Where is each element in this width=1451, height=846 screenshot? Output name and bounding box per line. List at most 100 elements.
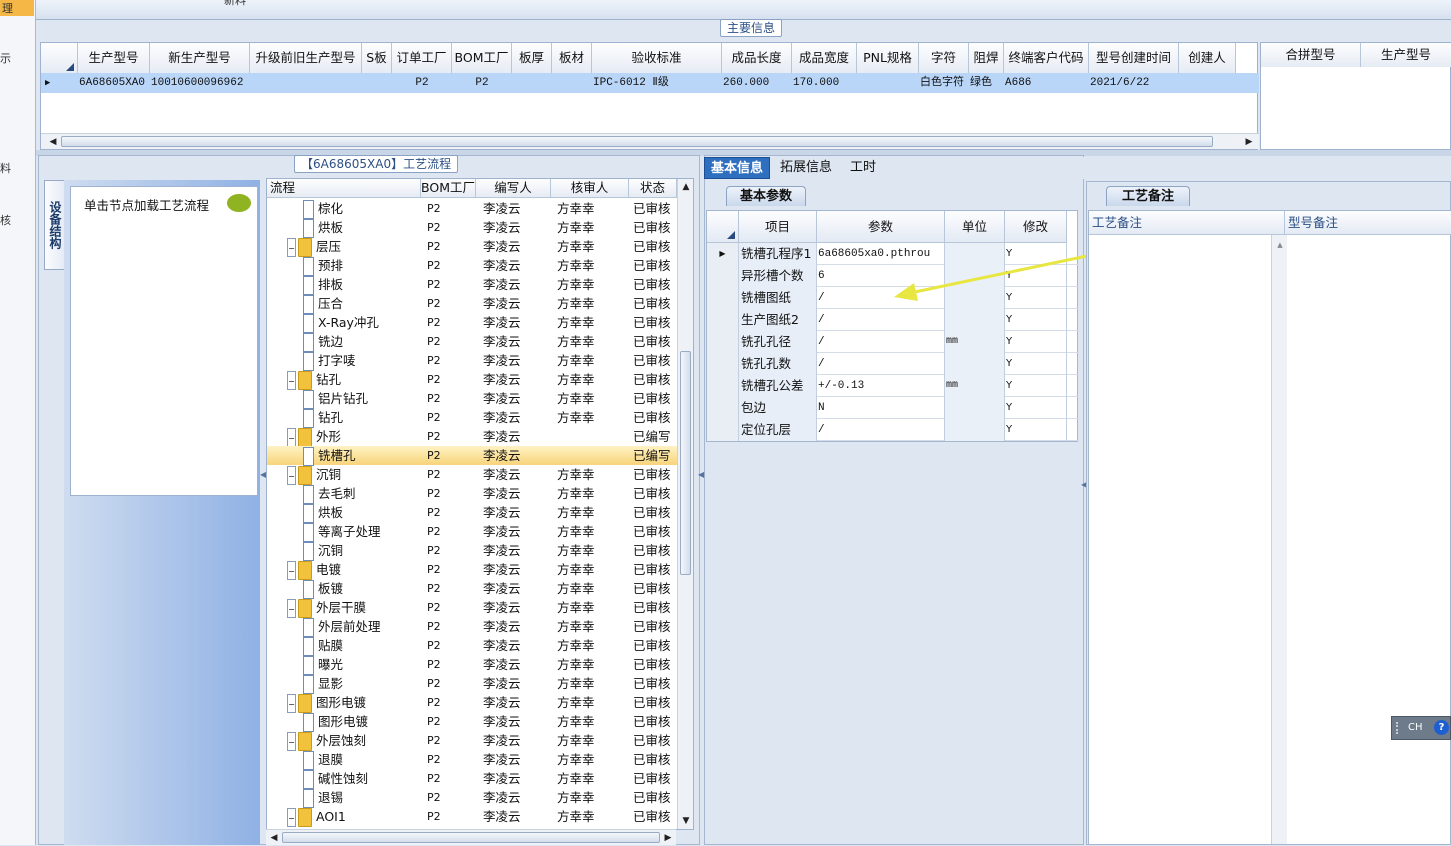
param-param[interactable]: +/-0.13 bbox=[817, 375, 945, 397]
main-cell[interactable] bbox=[1180, 73, 1235, 93]
flow-tree-row[interactable]: 去毛刺 P2 李凌云 方幸幸 已审核 bbox=[267, 484, 677, 504]
speech-bubble-icon[interactable] bbox=[227, 194, 251, 212]
scroll-thumb[interactable] bbox=[61, 136, 1213, 147]
main-col-header[interactable]: 板材 bbox=[552, 43, 592, 73]
param-unit[interactable] bbox=[945, 397, 1005, 419]
param-row[interactable]: 铣孔孔径 / mm Y bbox=[707, 331, 1079, 353]
param-param[interactable]: N bbox=[817, 397, 945, 419]
param-param[interactable]: / bbox=[817, 419, 945, 441]
flow-tree-row[interactable]: 棕化 P2 李凌云 方幸幸 已审核 bbox=[267, 199, 677, 219]
flow-tree-row[interactable]: − 图形电镀 P2 李凌云 方幸幸 已审核 bbox=[267, 693, 677, 713]
flow-tree-row[interactable]: − 钻孔 P2 李凌云 方幸幸 已审核 bbox=[267, 370, 677, 390]
param-unit[interactable]: mm bbox=[945, 375, 1005, 397]
tree-scroll-right-icon[interactable]: ▶ bbox=[660, 830, 676, 846]
main-col-header[interactable]: 型号创建时间 bbox=[1089, 43, 1179, 73]
param-row[interactable]: 定位孔层 / Y bbox=[707, 419, 1079, 441]
flow-tree-row[interactable]: 退锡 P2 李凌云 方幸幸 已审核 bbox=[267, 788, 677, 808]
main-cell[interactable]: IPC-6012 Ⅱ级 bbox=[593, 73, 721, 93]
main-col-header[interactable]: 字符 bbox=[919, 43, 969, 73]
param-param[interactable]: / bbox=[817, 353, 945, 375]
help-icon[interactable]: ? bbox=[1434, 720, 1449, 735]
scroll-right-icon[interactable]: ▶ bbox=[1241, 134, 1257, 150]
main-cell[interactable]: 10010600096962 bbox=[151, 73, 249, 93]
main-col-header[interactable]: 成品长度 bbox=[722, 43, 792, 73]
remarks-scroll-up-icon[interactable]: ▲ bbox=[1272, 237, 1288, 253]
param-mod[interactable]: Y bbox=[1005, 309, 1067, 331]
flow-col-header[interactable]: 状态 bbox=[629, 179, 677, 198]
collapse-icon[interactable]: − bbox=[287, 238, 296, 257]
tab-basic-info[interactable]: 基本信息 bbox=[704, 157, 771, 179]
flow-tree-row[interactable]: 铝片钻孔 P2 李凌云 方幸幸 已审核 bbox=[267, 389, 677, 409]
ime-language-bar[interactable]: CH ? bbox=[1391, 716, 1451, 740]
flow-tree-row[interactable]: 排板 P2 李凌云 方幸幸 已审核 bbox=[267, 275, 677, 295]
merge-model-header[interactable]: 合拼型号 bbox=[1261, 43, 1361, 67]
main-col-header[interactable]: 升级前旧生产型号 bbox=[250, 43, 362, 73]
tree-scroll-left-icon[interactable]: ◀ bbox=[266, 830, 282, 846]
flow-tree-row[interactable]: 沉铜 P2 李凌云 方幸幸 已审核 bbox=[267, 541, 677, 561]
col-process-remarks[interactable]: 工艺备注 bbox=[1089, 211, 1285, 235]
flow-col-header[interactable]: 核审人 bbox=[551, 179, 629, 198]
main-col-header[interactable]: 生产型号 bbox=[78, 43, 150, 73]
ime-grip-icon[interactable] bbox=[1396, 722, 1404, 734]
param-unit[interactable]: mm bbox=[945, 331, 1005, 353]
collapse-icon[interactable]: − bbox=[287, 561, 296, 580]
main-col-header[interactable]: BOM工厂 bbox=[452, 43, 512, 73]
param-row[interactable]: 铣槽孔公差 +/-0.13 mm Y bbox=[707, 375, 1079, 397]
main-cell[interactable]: 6A68605XA0 bbox=[79, 73, 149, 93]
collapse-icon[interactable]: − bbox=[287, 732, 296, 751]
left-nav-char-2[interactable]: 料 bbox=[0, 160, 11, 176]
flow-tree-row[interactable]: 板镀 P2 李凌云 方幸幸 已审核 bbox=[267, 579, 677, 599]
tree-hscroll-thumb[interactable] bbox=[282, 832, 660, 843]
main-cell[interactable]: P2 bbox=[453, 73, 511, 93]
flow-tree-row[interactable]: 显影 P2 李凌云 方幸幸 已审核 bbox=[267, 674, 677, 694]
main-col-header[interactable]: PNL规格 bbox=[857, 43, 919, 73]
main-cell[interactable] bbox=[363, 73, 391, 93]
left-nav-char-3[interactable]: 核 bbox=[0, 212, 11, 228]
flow-tree-row[interactable]: 等离子处理 P2 李凌云 方幸幸 已审核 bbox=[267, 522, 677, 542]
flow-tree-row[interactable]: 外层前处理 P2 李凌云 方幸幸 已审核 bbox=[267, 617, 677, 637]
flow-tree-row[interactable]: − 外层干膜 P2 李凌云 方幸幸 已审核 bbox=[267, 598, 677, 618]
flow-tree-row[interactable]: 打字唛 P2 李凌云 方幸幸 已审核 bbox=[267, 351, 677, 371]
ime-language-label[interactable]: CH bbox=[1408, 722, 1423, 733]
main-info-hscroll[interactable]: ◀ ▶ bbox=[41, 133, 1259, 149]
flow-tree-row[interactable]: − 外形 P2 李凌云 已编写 bbox=[267, 427, 677, 447]
main-cell[interactable]: A686 bbox=[1005, 73, 1088, 93]
main-col-header[interactable]: 板厚 bbox=[512, 43, 552, 73]
main-cell[interactable] bbox=[858, 73, 918, 93]
top-tab-label[interactable]: 新料 bbox=[224, 0, 246, 8]
main-cell[interactable] bbox=[553, 73, 591, 93]
main-cell[interactable] bbox=[513, 73, 551, 93]
param-row[interactable]: 包边 N Y bbox=[707, 397, 1079, 419]
main-col-header[interactable]: 创建人 bbox=[1179, 43, 1236, 73]
main-cell[interactable]: 绿色 bbox=[970, 73, 1003, 93]
flow-tree-row[interactable]: − 电镀 P2 李凌云 方幸幸 已审核 bbox=[267, 560, 677, 580]
flow-tree-row[interactable]: − 外层蚀刻 P2 李凌云 方幸幸 已审核 bbox=[267, 731, 677, 751]
mid-collapse-handle[interactable]: ◀ bbox=[698, 470, 704, 550]
left-nav-active-tab[interactable]: 理 bbox=[0, 0, 34, 16]
flow-tree-row[interactable]: 钻孔 P2 李凌云 方幸幸 已审核 bbox=[267, 408, 677, 428]
param-unit[interactable] bbox=[945, 353, 1005, 375]
flow-col-header[interactable]: 编写人 bbox=[476, 179, 551, 198]
main-info-selected-row[interactable]: ▶ 6A68605XA0 10010600096962 P2 P2 IPC-6012 Ⅱ… bbox=[41, 73, 1259, 93]
scroll-left-icon[interactable]: ◀ bbox=[45, 134, 61, 150]
flow-tree-row[interactable]: − AOI1 P2 李凌云 方幸幸 已审核 bbox=[267, 807, 677, 827]
main-col-header[interactable]: 成品宽度 bbox=[792, 43, 857, 73]
collapse-icon[interactable]: − bbox=[287, 599, 296, 618]
production-model-header[interactable]: 生产型号 bbox=[1361, 43, 1451, 67]
flow-tree-row[interactable]: 烘板 P2 李凌云 方幸幸 已审核 bbox=[267, 218, 677, 238]
tree-vscroll[interactable]: ▲ ▼ bbox=[677, 179, 693, 829]
flow-tree-row[interactable]: 曝光 P2 李凌云 方幸幸 已审核 bbox=[267, 655, 677, 675]
param-row[interactable]: 生产图纸2/ Y bbox=[707, 309, 1079, 331]
param-mod[interactable]: Y bbox=[1005, 375, 1067, 397]
flow-tree-row[interactable]: 铣边 P2 李凌云 方幸幸 已审核 bbox=[267, 332, 677, 352]
main-cell[interactable]: P2 bbox=[393, 73, 451, 93]
param-mod[interactable]: Y bbox=[1005, 419, 1067, 441]
main-cell[interactable] bbox=[251, 73, 361, 93]
main-col-header[interactable]: 验收标准 bbox=[592, 43, 722, 73]
param-mod[interactable]: Y bbox=[1005, 397, 1067, 419]
flow-tree-row[interactable]: X-Ray冲孔 P2 李凌云 方幸幸 已审核 bbox=[267, 313, 677, 333]
param-param[interactable]: / bbox=[817, 331, 945, 353]
main-col-header[interactable]: 新生产型号 bbox=[150, 43, 250, 73]
col-model-remarks[interactable]: 型号备注 bbox=[1285, 211, 1451, 235]
subtab-basic-params[interactable]: 基本参数 bbox=[726, 186, 806, 206]
